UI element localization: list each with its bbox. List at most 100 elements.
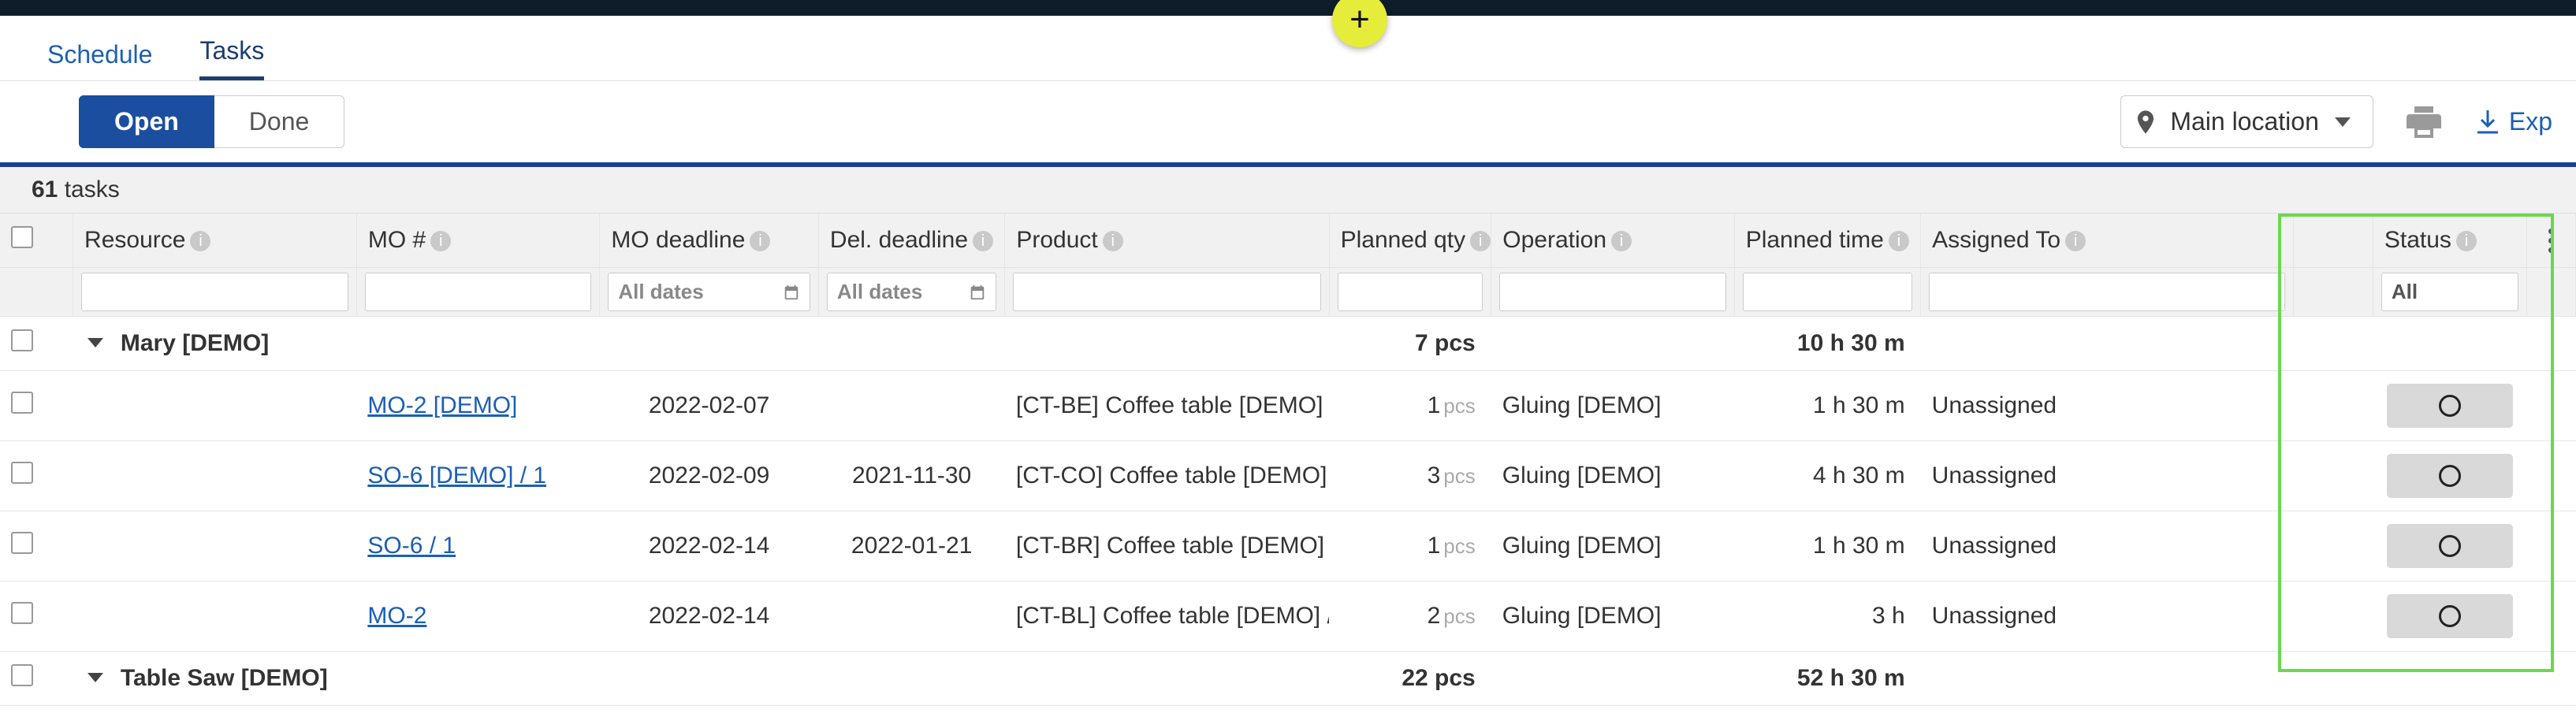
- header-product[interactable]: Producti: [1005, 214, 1329, 268]
- assigned-to[interactable]: Unassigned: [1921, 371, 2294, 441]
- status-circle-icon: [2439, 605, 2461, 627]
- filter-resource[interactable]: [81, 273, 348, 311]
- filter-operation[interactable]: [1499, 273, 1725, 311]
- operation: Gluing [DEMO]: [1491, 371, 1734, 441]
- filter-qty[interactable]: [1338, 273, 1483, 311]
- row-checkbox[interactable]: [11, 462, 33, 484]
- status-pill[interactable]: [2387, 454, 2513, 498]
- mo-link[interactable]: SO-6 [DEMO] / 1: [367, 463, 546, 489]
- group-row[interactable]: Table Saw [DEMO] 22 pcs 52 h 30 m: [0, 652, 2576, 706]
- tab-tasks[interactable]: Tasks: [199, 36, 264, 80]
- operation: Gluing [DEMO]: [1491, 441, 1734, 511]
- qty-unit: pcs: [1443, 534, 1475, 558]
- planned-time: 1 h 30 m: [1734, 371, 1920, 441]
- table-row: SO-6 / 1 2022-02-14 2022-01-21 [CT-BR] C…: [0, 511, 2576, 581]
- mo-deadline: 2022-02-14: [600, 581, 819, 652]
- qty-unit: pcs: [1443, 604, 1475, 628]
- info-icon: i: [1470, 231, 1491, 251]
- assigned-to[interactable]: Unassigned: [1921, 511, 2294, 581]
- row-checkbox[interactable]: [11, 532, 33, 554]
- status-pill[interactable]: [2387, 524, 2513, 568]
- planned-time: 1 h 30 m: [1734, 511, 1920, 581]
- mo-deadline: 2022-02-14: [600, 511, 819, 581]
- header-checkbox-cell: [0, 214, 73, 268]
- info-icon: i: [2456, 231, 2477, 251]
- plus-icon: +: [1349, 2, 1370, 37]
- toolbar: Open Done Main location Exp: [0, 81, 2576, 167]
- select-all-checkbox[interactable]: [11, 226, 33, 248]
- header-menu[interactable]: [2527, 214, 2576, 268]
- filter-assigned[interactable]: [1929, 273, 2285, 311]
- del-deadline: 2022-01-21: [818, 511, 1004, 581]
- header-operation[interactable]: Operationi: [1491, 214, 1734, 268]
- pill-open[interactable]: Open: [79, 95, 214, 148]
- task-count-word: tasks: [65, 176, 120, 202]
- filter-mo-deadline[interactable]: All dates: [608, 273, 810, 311]
- group-total-time: 10 h 30 m: [1734, 317, 1920, 371]
- header-gap: [2294, 214, 2373, 268]
- product: [CT-BR] Coffee table [DEMO] /: [1005, 511, 1329, 581]
- qty-num: 2: [1428, 603, 1441, 629]
- filter-del-deadline[interactable]: All dates: [827, 273, 996, 311]
- status-pill[interactable]: [2387, 384, 2513, 428]
- filter-mo[interactable]: [365, 273, 591, 311]
- location-pin-icon: [2137, 110, 2154, 134]
- caret-down-icon: [2335, 117, 2351, 127]
- filter-product[interactable]: [1013, 273, 1320, 311]
- row-checkbox[interactable]: [11, 664, 33, 686]
- pill-done[interactable]: Done: [214, 95, 345, 148]
- del-deadline: [818, 581, 1004, 652]
- tab-schedule[interactable]: Schedule: [47, 40, 152, 80]
- header-resource[interactable]: Resourcei: [73, 214, 357, 268]
- group-total-time: 52 h 30 m: [1734, 652, 1920, 706]
- header-mo[interactable]: MO #i: [356, 214, 599, 268]
- info-icon: i: [1889, 231, 1909, 251]
- qty-num: 1: [1428, 392, 1441, 418]
- table-row: SO-6 [DEMO] / 1 2022-02-09 2021-11-30 [C…: [0, 441, 2576, 511]
- status-circle-icon: [2439, 395, 2461, 417]
- group-name: Table Saw [DEMO]: [121, 665, 328, 691]
- assigned-to[interactable]: Unassigned: [1921, 441, 2294, 511]
- mo-link[interactable]: SO-6 / 1: [367, 533, 456, 559]
- print-icon[interactable]: [2407, 106, 2441, 138]
- row-checkbox[interactable]: [11, 392, 33, 414]
- header-planned-time[interactable]: Planned timei: [1734, 214, 1920, 268]
- secondary-tabs: Schedule Tasks: [0, 16, 2576, 81]
- planned-time: 4 h 30 m: [1734, 441, 1920, 511]
- export-button[interactable]: Exp: [2474, 107, 2552, 136]
- mo-deadline: 2022-02-09: [600, 441, 819, 511]
- top-nav: SELL MAKE BUY STOCK ITEMS CONTACTS SETTI…: [0, 0, 2576, 16]
- task-count: 61 tasks: [0, 167, 2576, 214]
- status-pill[interactable]: [2387, 594, 2513, 638]
- operation: Gluing [DEMO]: [1491, 581, 1734, 652]
- header-mo-deadline[interactable]: MO deadlinei: [600, 214, 819, 268]
- header-del-deadline[interactable]: Del. deadlinei: [818, 214, 1004, 268]
- del-deadline: [818, 371, 1004, 441]
- info-icon: i: [1103, 231, 1123, 251]
- row-checkbox[interactable]: [11, 602, 33, 624]
- mo-link[interactable]: MO-2: [367, 603, 426, 629]
- filter-status[interactable]: All: [2381, 273, 2518, 311]
- header-status[interactable]: Statusi: [2373, 214, 2526, 268]
- qty-unit: pcs: [1443, 464, 1475, 488]
- location-label: Main location: [2170, 107, 2319, 136]
- header-assigned-to[interactable]: Assigned Toi: [1921, 214, 2294, 268]
- group-row[interactable]: Mary [DEMO] 7 pcs 10 h 30 m: [0, 317, 2576, 371]
- group-total-qty: 22 pcs: [1329, 652, 1491, 706]
- assigned-to[interactable]: Unassigned: [1921, 581, 2294, 652]
- planned-time: 3 h: [1734, 581, 1920, 652]
- mo-link[interactable]: MO-2 [DEMO]: [367, 392, 517, 418]
- header-planned-qty[interactable]: Planned qtyi: [1329, 214, 1491, 268]
- chevron-down-icon: [87, 663, 103, 690]
- filter-ptime[interactable]: [1743, 273, 1912, 311]
- tasks-table: Resourcei MO #i MO deadlinei Del. deadli…: [0, 214, 2576, 706]
- qty-num: 1: [1428, 533, 1441, 559]
- product: [CT-BE] Coffee table [DEMO] /: [1005, 371, 1329, 441]
- product: [CT-CO] Coffee table [DEMO] .: [1005, 441, 1329, 511]
- location-selector[interactable]: Main location: [2120, 95, 2373, 148]
- operation: Gluing [DEMO]: [1491, 511, 1734, 581]
- info-icon: i: [1611, 231, 1632, 251]
- row-checkbox[interactable]: [11, 329, 33, 351]
- del-deadline: 2021-11-30: [818, 441, 1004, 511]
- export-label: Exp: [2509, 107, 2552, 136]
